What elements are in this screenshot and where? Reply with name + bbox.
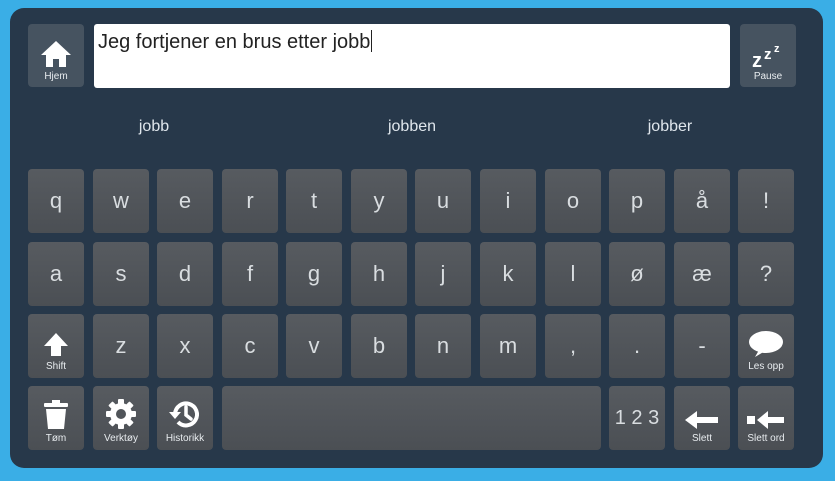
key-g[interactable]: g	[286, 242, 342, 306]
key-t[interactable]: t	[286, 169, 342, 233]
key-u[interactable]: u	[415, 169, 471, 233]
space-bar[interactable]	[222, 386, 601, 450]
gear-icon	[106, 399, 136, 429]
shift-key[interactable]: Shift	[28, 314, 84, 378]
home-button[interactable]: Hjem	[28, 24, 84, 87]
delete-label: Slett	[691, 433, 712, 444]
svg-text:z: z	[752, 50, 762, 69]
key-s[interactable]: s	[93, 242, 149, 306]
key-w[interactable]: w	[93, 169, 149, 233]
delete-word-icon	[747, 411, 784, 429]
trash-icon	[44, 400, 68, 429]
history-label: Historikk	[165, 433, 205, 444]
delete-button[interactable]: Slett	[674, 386, 730, 450]
shift-label: Shift	[45, 361, 66, 372]
read-aloud-label: Les opp	[748, 361, 784, 372]
shift-arrow-icon	[44, 333, 68, 356]
key-h[interactable]: h	[351, 242, 407, 306]
clear-label: Tøm	[45, 433, 67, 444]
key-oe[interactable]: ø	[609, 242, 665, 306]
pause-button[interactable]: z z z Pause	[740, 24, 796, 87]
clear-button[interactable]: Tøm	[28, 386, 84, 450]
key-y[interactable]: y	[351, 169, 407, 233]
key-j[interactable]: j	[415, 242, 471, 306]
key-n[interactable]: n	[415, 314, 471, 378]
suggestion-3[interactable]: jobber	[570, 118, 770, 136]
pause-label: Pause	[753, 71, 783, 82]
key-r[interactable]: r	[222, 169, 278, 233]
key-e[interactable]: e	[157, 169, 213, 233]
key-a[interactable]: a	[28, 242, 84, 306]
key-m[interactable]: m	[480, 314, 536, 378]
text-caret	[371, 30, 373, 52]
delete-word-label: Slett ord	[747, 433, 785, 444]
key-ae[interactable]: æ	[674, 242, 730, 306]
key-comma[interactable]: ,	[545, 314, 601, 378]
key-aa[interactable]: å	[674, 169, 730, 233]
key-p[interactable]: p	[609, 169, 665, 233]
key-l[interactable]: l	[545, 242, 601, 306]
message-text-field[interactable]: Jeg fortjener en brus etter jobb	[94, 24, 730, 88]
key-d[interactable]: d	[157, 242, 213, 306]
key-v[interactable]: v	[286, 314, 342, 378]
key-x[interactable]: x	[157, 314, 213, 378]
numbers-key[interactable]: 1 2 3	[609, 386, 665, 450]
key-k[interactable]: k	[480, 242, 536, 306]
key-q[interactable]: q	[28, 169, 84, 233]
key-question[interactable]: ?	[738, 242, 794, 306]
key-z[interactable]: z	[93, 314, 149, 378]
history-button[interactable]: Historikk	[157, 386, 213, 450]
backspace-arrow-icon	[685, 411, 718, 429]
speech-bubble-icon	[749, 331, 783, 357]
home-icon	[41, 41, 71, 67]
home-label: Hjem	[44, 71, 68, 82]
keyboard-app: Hjem Jeg fortjener en brus etter jobb z …	[10, 8, 823, 468]
history-icon	[169, 401, 199, 428]
svg-text:z: z	[764, 46, 772, 63]
suggestion-2[interactable]: jobben	[312, 118, 512, 136]
key-b[interactable]: b	[351, 314, 407, 378]
key-f[interactable]: f	[222, 242, 278, 306]
key-o[interactable]: o	[545, 169, 601, 233]
svg-text:z: z	[774, 43, 780, 55]
key-i[interactable]: i	[480, 169, 536, 233]
sleep-icon: z z z	[752, 43, 780, 69]
key-c[interactable]: c	[222, 314, 278, 378]
message-text: Jeg fortjener en brus etter jobb	[98, 31, 371, 53]
read-aloud-button[interactable]: Les opp	[738, 314, 794, 378]
key-exclamation[interactable]: !	[738, 169, 794, 233]
key-period[interactable]: .	[609, 314, 665, 378]
key-hyphen[interactable]: -	[674, 314, 730, 378]
tools-label: Verktøy	[104, 433, 138, 444]
delete-word-button[interactable]: Slett ord	[738, 386, 794, 450]
tools-button[interactable]: Verktøy	[93, 386, 149, 450]
suggestion-1[interactable]: jobb	[54, 118, 254, 136]
